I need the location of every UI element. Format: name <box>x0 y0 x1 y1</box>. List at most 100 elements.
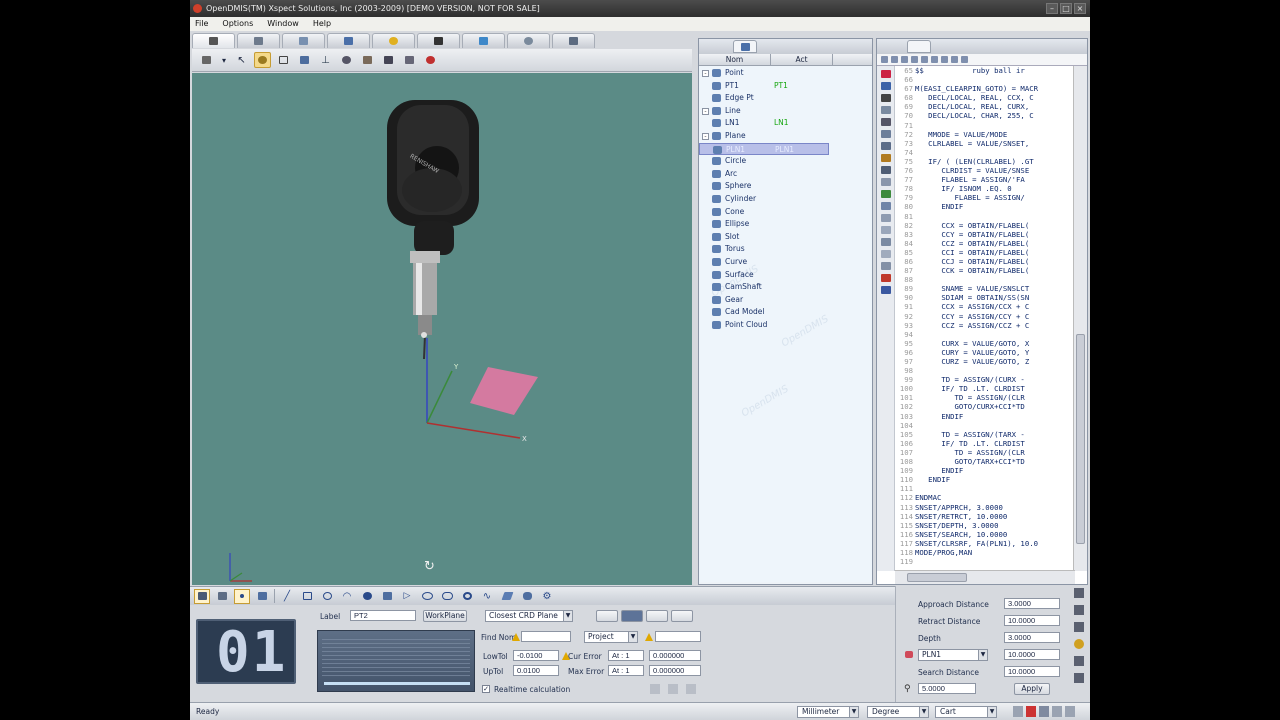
settings-icon[interactable] <box>1013 706 1023 717</box>
code-line[interactable]: 110 ENDIF <box>895 475 1073 484</box>
code-line[interactable]: 107 TD = ASSIGN/(CLR <box>895 448 1073 457</box>
tab-program[interactable] <box>907 40 931 53</box>
code-line[interactable]: 103 ENDIF <box>895 412 1073 421</box>
approach-input[interactable] <box>1004 598 1060 609</box>
mode-button-2[interactable] <box>621 610 643 622</box>
arc-feature-button[interactable]: ◠ <box>339 589 355 604</box>
code-line[interactable]: 88 <box>895 275 1073 284</box>
axis-button[interactable]: ⊥ <box>317 52 334 68</box>
col-nom[interactable]: Nom <box>699 54 771 65</box>
save-icon[interactable] <box>891 56 898 63</box>
sensor-icon[interactable] <box>881 82 891 90</box>
code-line[interactable]: 98 <box>895 366 1073 375</box>
line-feature-button[interactable]: ╱ <box>279 589 295 604</box>
cut-icon[interactable] <box>921 56 928 63</box>
tab-transfer-view[interactable] <box>462 33 505 48</box>
tab-color-view[interactable] <box>372 33 415 48</box>
find-nom-select[interactable]: Project ▼ <box>584 631 638 643</box>
code-line[interactable]: 78 IF/ ISNOM .EQ. 0 <box>895 184 1073 193</box>
code-line[interactable]: 117 SNSET/CLRSRF, FA(PLN1), 10.0 <box>895 539 1073 548</box>
list-item[interactable]: Circle <box>699 155 872 168</box>
tab-features[interactable] <box>733 40 757 53</box>
code-line[interactable]: 99 TD = ASSIGN/(CURX - <box>895 375 1073 384</box>
pin-icon[interactable] <box>668 684 678 694</box>
code-line[interactable]: 79 FLABEL = ASSIGN/ <box>895 193 1073 202</box>
dropdown-arrow[interactable]: ▾ <box>219 52 229 68</box>
projection-select[interactable]: Closest CRD Plane ▼ <box>485 610 573 622</box>
apply-button[interactable]: Apply <box>1014 683 1050 695</box>
alarm-icon[interactable] <box>1026 706 1036 717</box>
indent-icon[interactable] <box>901 56 908 63</box>
code-line[interactable]: 100 IF/ TD .LT. CLRDIST <box>895 384 1073 393</box>
probe-icon[interactable] <box>1074 673 1084 683</box>
torus-feature-button[interactable] <box>459 589 475 604</box>
units-select[interactable]: Millimeter ▼ <box>797 706 859 718</box>
gear-icon[interactable] <box>881 154 891 162</box>
code-line[interactable]: 81 <box>895 212 1073 221</box>
code-line[interactable]: 66 <box>895 75 1073 84</box>
close-button[interactable]: × <box>1074 3 1086 14</box>
arrow-icon[interactable] <box>881 166 891 174</box>
code-line[interactable]: 92 CCY = ASSIGN/CCY + C <box>895 312 1073 321</box>
list-item[interactable]: Sphere <box>699 180 872 193</box>
menu-help[interactable]: Help <box>313 17 331 31</box>
delete-button[interactable] <box>401 52 418 68</box>
list-item[interactable]: - Line <box>699 105 872 118</box>
plane-icon[interactable] <box>881 142 891 150</box>
edit-icon[interactable] <box>650 684 660 694</box>
list-item[interactable]: - Plane <box>699 130 872 143</box>
tab-table-view[interactable] <box>282 33 325 48</box>
report-icon[interactable] <box>881 226 891 234</box>
surface-feature-button[interactable] <box>499 589 515 604</box>
code-line[interactable]: 105 TD = ASSIGN/(TARX - <box>895 430 1073 439</box>
code-line[interactable]: 112 ENDMAC <box>895 493 1073 502</box>
label-input[interactable] <box>350 610 416 621</box>
retract-input[interactable] <box>1004 615 1060 626</box>
cone-feature-button[interactable]: ▷ <box>399 589 415 604</box>
code-line[interactable]: 90 SDIAM = OBTAIN/SS(SN <box>895 293 1073 302</box>
select-button[interactable]: ↖ <box>233 52 250 68</box>
mode-button-4[interactable] <box>671 610 693 622</box>
code-line[interactable]: 108 GOTO/TARX+CCI*TD <box>895 457 1073 466</box>
code-line[interactable]: 67 M(EASI_CLEARPIN_GOTO) = MACR <box>895 84 1073 93</box>
code-line[interactable]: 80 ENDIF <box>895 202 1073 211</box>
refresh-icon[interactable]: ↻ <box>424 559 435 574</box>
outdent-icon[interactable] <box>911 56 918 63</box>
signal-slider[interactable] <box>324 682 470 685</box>
fit-button[interactable] <box>296 52 313 68</box>
code-line[interactable]: 95 CURX = VALUE/GOTO, X <box>895 339 1073 348</box>
vscroll-thumb[interactable] <box>1076 334 1085 544</box>
tab-document-view[interactable] <box>237 33 280 48</box>
code-line[interactable]: 91 CCX = ASSIGN/CCX + C <box>895 302 1073 311</box>
list-icon[interactable] <box>881 250 891 258</box>
copy-icon[interactable] <box>931 56 938 63</box>
view-button[interactable] <box>338 52 355 68</box>
code-line[interactable]: 71 <box>895 121 1073 130</box>
edit-icon[interactable] <box>881 214 891 222</box>
measure-icon[interactable] <box>881 178 891 186</box>
minimize-button[interactable]: – <box>1046 3 1058 14</box>
list-item[interactable]: Curve <box>699 256 872 269</box>
code-line[interactable]: 114 SNSET/RETRCT, 10.0000 <box>895 512 1073 521</box>
probe-icon[interactable] <box>1074 622 1084 632</box>
slot-feature-button[interactable] <box>439 589 455 604</box>
code-line[interactable]: 84 CCZ = OBTAIN/FLABEL( <box>895 239 1073 248</box>
probe-icon[interactable] <box>881 94 891 102</box>
mode-button-3[interactable] <box>646 610 668 622</box>
code-view[interactable]: 65 $$ ruby ball ir 66 67 M(EASI_CLEARPIN_GOT… <box>895 66 1073 571</box>
code-line[interactable]: 113 SNSET/APPRCH, 3.0000 <box>895 503 1073 512</box>
code-line[interactable]: 75 IF/ ( (LEN(CLRLABEL) .GT <box>895 157 1073 166</box>
tree-toggle[interactable]: - <box>702 107 709 115</box>
list-item[interactable]: PLN1 PLN1 <box>699 142 829 156</box>
point-icon[interactable] <box>881 106 891 114</box>
code-line[interactable]: 102 GOTO/CURX+CCI*TD <box>895 402 1073 411</box>
code-line[interactable]: 101 TD = ASSIGN/(CLR <box>895 393 1073 402</box>
list-item[interactable]: Surface <box>699 269 872 282</box>
clearance-distance-input[interactable] <box>1004 649 1060 660</box>
editor-vscrollbar[interactable] <box>1073 66 1087 571</box>
alert-icon[interactable] <box>881 274 891 282</box>
list-item[interactable]: Ellipse <box>699 218 872 231</box>
tool-button[interactable] <box>214 589 230 604</box>
realtime-checkbox[interactable]: ✓ <box>482 685 490 693</box>
copy-icon[interactable] <box>881 238 891 246</box>
